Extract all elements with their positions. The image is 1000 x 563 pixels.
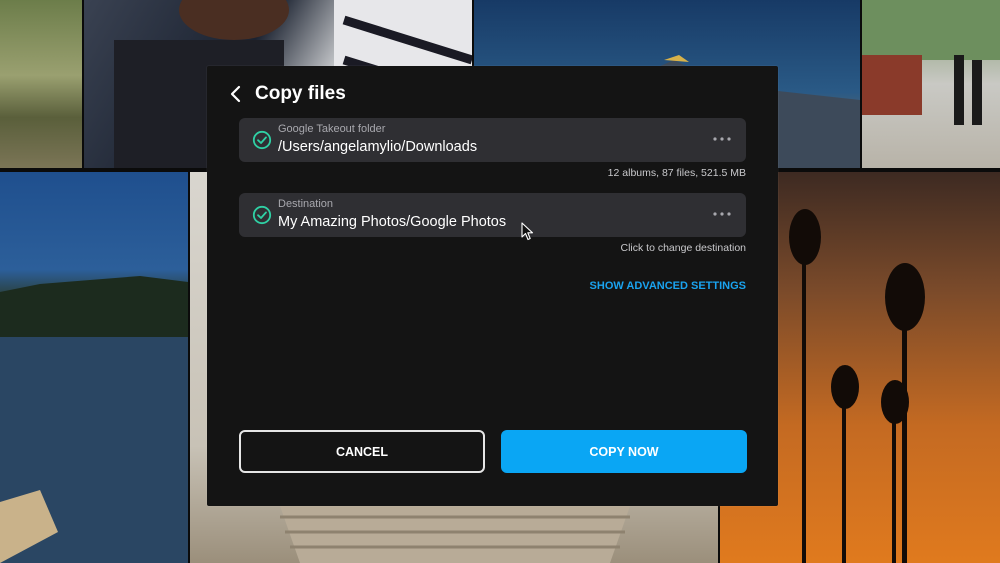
destination-label: Destination bbox=[278, 198, 334, 210]
back-button[interactable] bbox=[223, 81, 249, 107]
background-photo-trees bbox=[0, 0, 82, 168]
back-arrow-icon bbox=[230, 85, 241, 103]
source-summary: 12 albums, 87 files, 521.5 MB bbox=[607, 167, 746, 179]
lake-shape bbox=[0, 276, 188, 563]
mouse-cursor-icon bbox=[521, 222, 534, 241]
more-dots-icon[interactable] bbox=[712, 207, 732, 221]
destination-path: My Amazing Photos/Google Photos bbox=[278, 214, 507, 230]
copy-files-dialog: Copy files Google Takeout folder /Users/… bbox=[207, 66, 778, 506]
takeout-folder-field[interactable]: Google Takeout folder /Users/angelamylio… bbox=[239, 118, 746, 162]
more-dots-icon[interactable] bbox=[712, 132, 732, 146]
check-circle-icon bbox=[252, 205, 272, 225]
takeout-folder-label: Google Takeout folder bbox=[278, 123, 386, 135]
background-photo-street bbox=[862, 0, 1000, 168]
street-shape bbox=[862, 0, 1000, 125]
cancel-button[interactable]: CANCEL bbox=[239, 430, 485, 473]
background-photo-lake bbox=[0, 172, 188, 563]
takeout-folder-path: /Users/angelamylio/Downloads bbox=[278, 139, 478, 155]
dialog-title: Copy files bbox=[255, 83, 346, 104]
copy-now-button[interactable]: COPY NOW bbox=[501, 430, 747, 473]
destination-field[interactable]: Destination My Amazing Photos/Google Pho… bbox=[239, 193, 746, 237]
destination-hint: Click to change destination bbox=[620, 242, 747, 254]
dialog-header: Copy files bbox=[223, 78, 346, 110]
check-circle-icon bbox=[252, 130, 272, 150]
show-advanced-settings-link[interactable]: SHOW ADVANCED SETTINGS bbox=[590, 280, 746, 292]
